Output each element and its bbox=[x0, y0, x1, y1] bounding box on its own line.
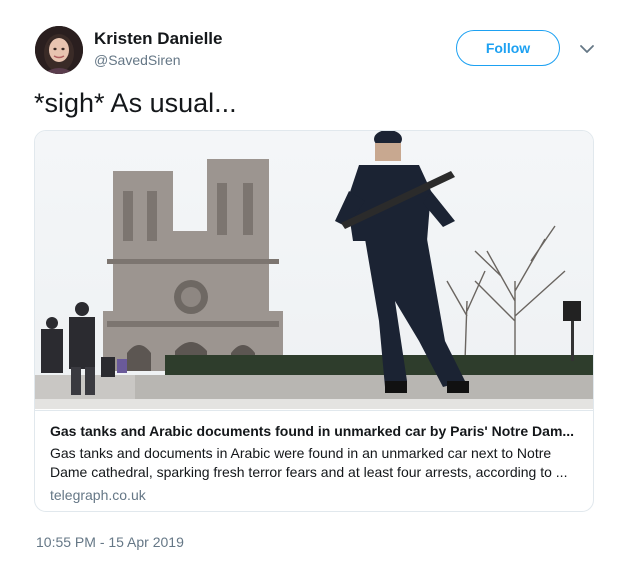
avatar[interactable] bbox=[35, 26, 83, 74]
link-card[interactable]: Gas tanks and Arabic documents found in … bbox=[34, 130, 594, 512]
user-handle[interactable]: @SavedSiren bbox=[94, 52, 181, 68]
card-description-line-1: Gas tanks and documents in Arabic were f… bbox=[50, 445, 552, 461]
tweet-text: *sigh* As usual... bbox=[34, 88, 237, 118]
follow-button[interactable]: Follow bbox=[456, 30, 560, 66]
card-image bbox=[35, 131, 593, 409]
tweet-timestamp[interactable]: 10:55 PM - 15 Apr 2019 bbox=[36, 534, 184, 550]
card-description: Gas tanks and documents in Arabic were f… bbox=[50, 444, 578, 482]
card-domain: telegraph.co.uk bbox=[50, 487, 146, 503]
chevron-down-icon[interactable] bbox=[578, 40, 596, 58]
card-body[interactable]: Gas tanks and Arabic documents found in … bbox=[35, 410, 593, 511]
profile-photo-icon bbox=[35, 26, 83, 74]
card-description-line-2: Dame cathedral, sparking fresh terror fe… bbox=[50, 464, 568, 480]
card-title[interactable]: Gas tanks and Arabic documents found in … bbox=[50, 423, 580, 439]
display-name[interactable]: Kristen Danielle bbox=[94, 29, 223, 49]
